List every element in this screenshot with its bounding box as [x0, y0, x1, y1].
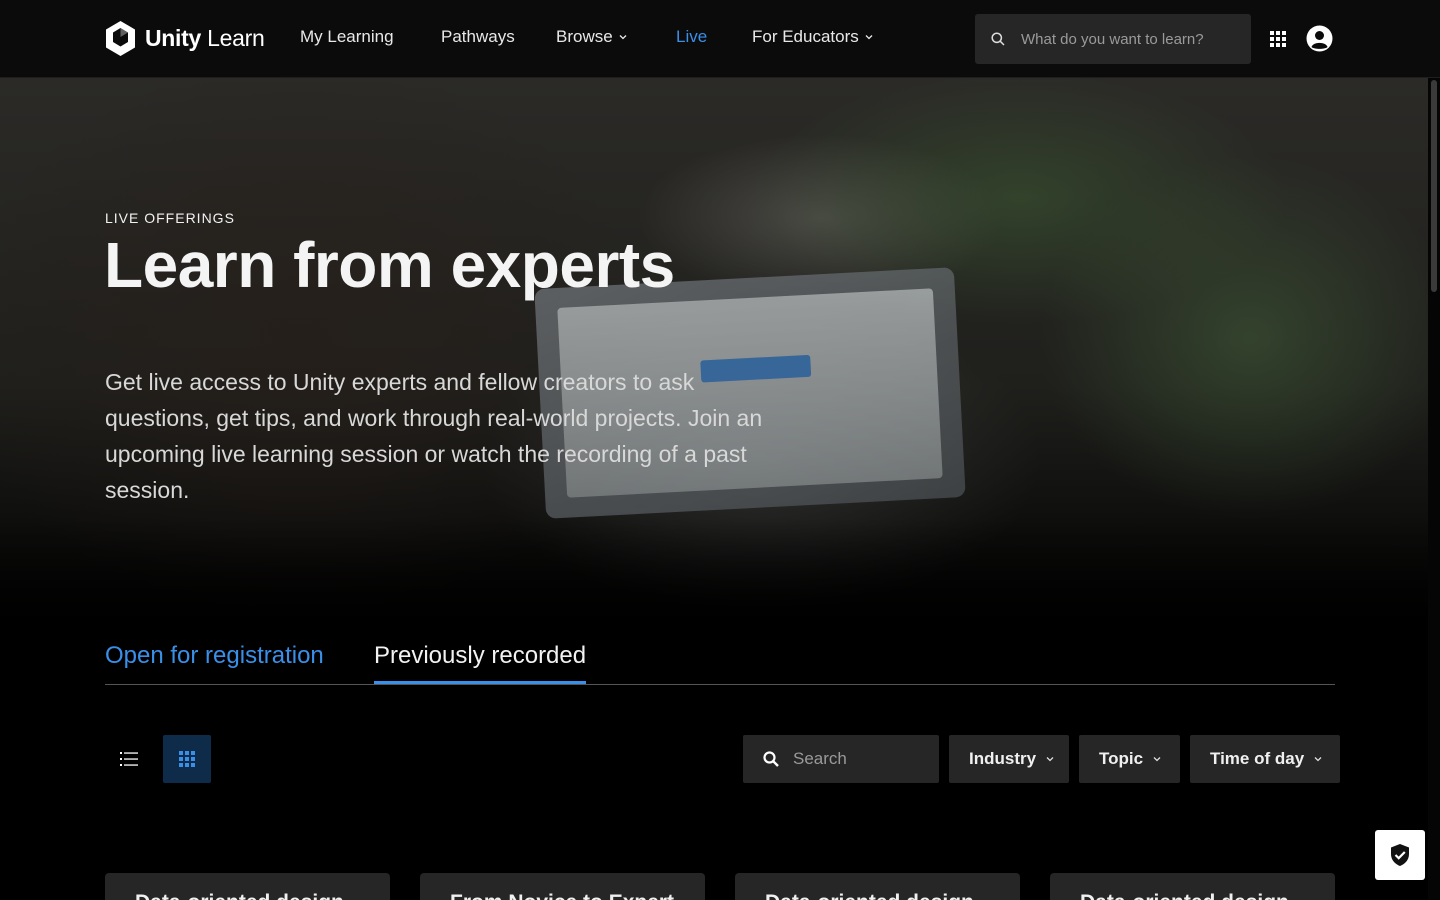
nav-link-pathways[interactable]: Pathways — [441, 27, 515, 47]
session-card[interactable]: Data-oriented design — [1050, 873, 1335, 900]
chevron-down-icon — [619, 35, 627, 40]
industry-filter-label: Industry — [969, 749, 1037, 768]
unity-learn-logo[interactable]: Unity Learn — [104, 20, 265, 57]
global-search[interactable] — [975, 14, 1251, 64]
session-card[interactable]: Data-oriented design — [735, 873, 1020, 900]
session-card-title: From Novice to Expert — [450, 891, 674, 900]
scrollbar-thumb[interactable] — [1431, 80, 1437, 292]
nav-link-for-educators[interactable]: For Educators — [752, 27, 873, 47]
chevron-down-icon — [1314, 757, 1322, 762]
session-card-title: Data-oriented design — [765, 891, 974, 900]
nav-link-browse[interactable]: Browse — [556, 27, 627, 47]
user-account-icon[interactable] — [1306, 25, 1333, 52]
session-card-title: Data-oriented design — [135, 891, 344, 900]
chevron-down-icon — [865, 35, 873, 40]
logo-wordmark: Unity Learn — [145, 25, 265, 51]
search-icon — [763, 751, 779, 767]
hero-eyebrow: LIVE OFFERINGS — [105, 210, 235, 226]
nav-link-live[interactable]: Live — [676, 27, 707, 47]
time-of-day-filter-label: Time of day — [1210, 749, 1305, 768]
list-view-button[interactable] — [105, 735, 153, 783]
apps-grid-icon[interactable] — [1270, 31, 1286, 47]
shield-check-icon — [1391, 844, 1409, 866]
list-view-icon — [120, 752, 138, 766]
grid-view-button[interactable] — [163, 735, 211, 783]
search-icon — [991, 32, 1005, 46]
session-search[interactable] — [743, 735, 939, 783]
topic-filter-label: Topic — [1099, 749, 1144, 768]
session-card[interactable]: From Novice to Expert — [420, 873, 705, 900]
chevron-down-icon — [1153, 757, 1161, 762]
session-card-title: Data-oriented design — [1080, 891, 1289, 900]
industry-filter-dropdown[interactable]: Industry — [949, 735, 1069, 783]
topic-filter-dropdown[interactable]: Topic — [1079, 735, 1180, 783]
session-search-input[interactable] — [793, 749, 923, 769]
hero-title: Learn from experts — [104, 229, 675, 301]
tab-open-for-registration[interactable]: Open for registration — [105, 642, 324, 670]
unity-cube-icon — [106, 21, 135, 56]
top-navigation: Unity Learn My Learning Pathways Browse … — [0, 0, 1440, 78]
session-card[interactable]: Data-oriented design — [105, 873, 390, 900]
tab-previously-recorded[interactable]: Previously recorded — [374, 642, 587, 684]
session-tabs: Open for registration Previously recorde… — [105, 638, 1335, 685]
privacy-settings-button[interactable] — [1375, 830, 1425, 880]
nav-link-my-learning[interactable]: My Learning — [300, 27, 394, 47]
chevron-down-icon — [1046, 757, 1054, 762]
global-search-input[interactable] — [1021, 30, 1231, 48]
time-of-day-filter-dropdown[interactable]: Time of day — [1190, 735, 1340, 783]
hero-description: Get live access to Unity experts and fel… — [105, 369, 763, 503]
grid-view-icon — [179, 751, 195, 767]
page-scrollbar[interactable] — [1428, 78, 1440, 900]
hero-banner: LIVE OFFERINGS Learn from experts Get li… — [0, 78, 1440, 638]
